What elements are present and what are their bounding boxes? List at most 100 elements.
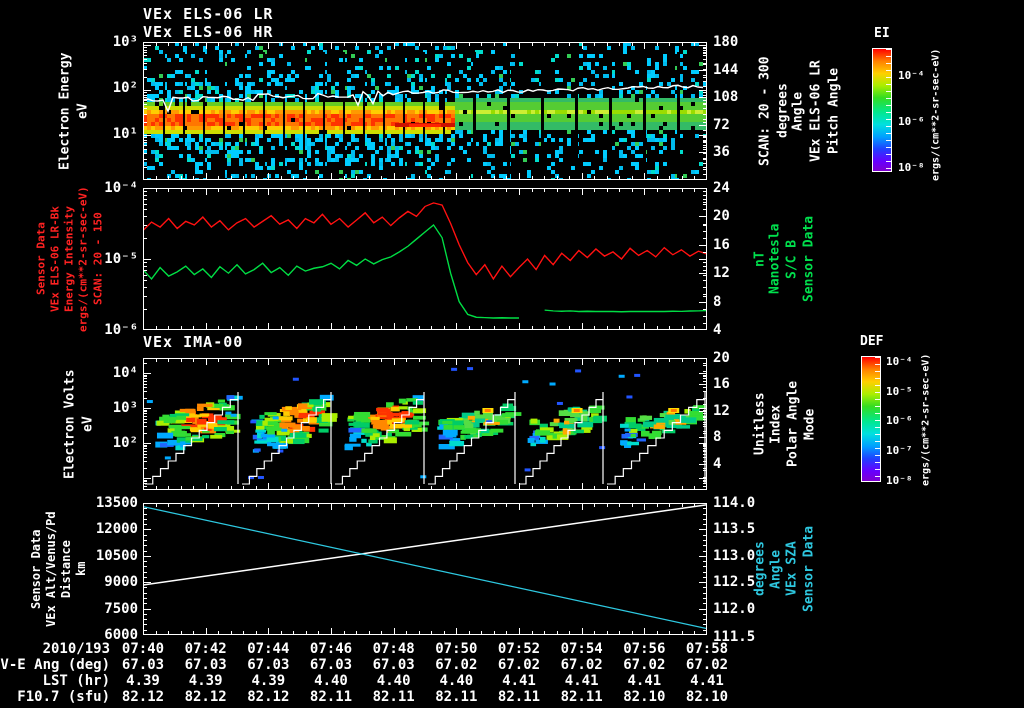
table-cell-r3c8: 82.10 <box>623 689 666 705</box>
panel4-ytick-1: 12000 <box>95 521 138 538</box>
panel4-right-label-3: Sensor Data <box>801 525 817 613</box>
panel4-rtick-2: 113.0 <box>713 547 756 564</box>
panel2-rtick-2: 16 <box>713 236 730 253</box>
panel4-right-label-2: VEx SZA <box>784 541 800 597</box>
intensity-bfield-canvas <box>143 188 707 330</box>
panel4-rtick-4: 112.0 <box>713 600 756 617</box>
ei-colorbar <box>872 48 892 172</box>
table-cell-r0c1: 07:42 <box>184 641 227 657</box>
table-row-header-1: V-E Ang (deg) <box>0 657 110 673</box>
els-spectrogram-canvas <box>143 42 707 180</box>
table-cell-r1c9: 67.02 <box>685 657 729 673</box>
table-cell-r1c6: 67.02 <box>497 657 541 673</box>
panel2-ytick-2: 10⁻⁶ <box>104 322 138 338</box>
panel4-rtick-3: 112.5 <box>713 574 756 591</box>
panel2-right-label-3: Sensor Data <box>801 215 817 303</box>
panel1-rtick-2: 108 <box>713 89 739 106</box>
table-cell-r1c8: 67.02 <box>623 657 666 673</box>
panel4-rtick-0: 114.0 <box>713 495 756 511</box>
def-cbar-tick-1: 10⁻⁵ <box>886 384 913 398</box>
ei-cbar-tick-2: 10⁻⁸ <box>898 161 925 174</box>
table-cell-r3c7: 82.11 <box>560 689 603 705</box>
def-colorbar-ticks <box>875 357 880 481</box>
panel1-right-label-3: VEx ELS-06 LR <box>808 60 824 162</box>
table-cell-r3c2: 82.12 <box>247 689 290 705</box>
table-cell-r0c7: 07:54 <box>560 641 603 657</box>
def-colorbar <box>861 356 881 482</box>
panel1-right-label-1: degrees <box>775 83 791 139</box>
panel1-rtick-0: 180 <box>713 34 739 50</box>
table-cell-r3c6: 82.11 <box>497 689 541 705</box>
panel1-title-els-hr: VEx ELS-06 HR <box>143 23 274 41</box>
panel1-ytick-1: 10² <box>112 80 138 96</box>
panel4-right-label-1: Angle <box>768 549 784 589</box>
panel2-ytick-1: 10⁻⁵ <box>104 251 138 267</box>
panel2-rtick-1: 20 <box>713 208 730 225</box>
panel3-rtick-1: 16 <box>713 376 730 393</box>
ima-spectrogram-canvas <box>143 358 707 490</box>
panel1-right-label-2: Angle <box>790 91 806 131</box>
ei-cbar-tick-1: 10⁻⁶ <box>898 115 925 128</box>
def-cbar-tick-0: 10⁻⁴ <box>886 355 913 368</box>
panel2-rtick-0: 24 <box>713 180 730 196</box>
panel3-ytick-2: 10² <box>112 435 138 451</box>
table-cell-r3c0: 82.12 <box>121 689 165 705</box>
panel3-ytick-0: 10⁴ <box>112 365 138 381</box>
table-cell-r2c0: 4.39 <box>126 673 160 689</box>
table-cell-r0c9: 07:58 <box>685 641 729 657</box>
panel4-ytick-4: 7500 <box>104 600 138 617</box>
panel1-title-els-lr: VEx ELS-06 LR <box>143 5 274 23</box>
table-cell-r1c7: 67.02 <box>560 657 603 673</box>
panel4-left-label-0: Sensor Data <box>29 529 43 609</box>
panel3-left-label-0: Electron Volts <box>62 369 78 479</box>
table-cell-r1c3: 67.03 <box>309 657 353 673</box>
panel2-rtick-3: 12 <box>713 265 730 282</box>
panel1-rtick-3: 72 <box>713 116 730 133</box>
table-cell-r1c5: 67.02 <box>435 657 478 673</box>
table-cell-r0c3: 07:46 <box>309 641 353 657</box>
panel3-rtick-2: 12 <box>713 402 730 419</box>
table-cell-r0c2: 07:44 <box>247 641 290 657</box>
panel4-ytick-0: 13500 <box>95 495 138 511</box>
table-row-header-3: F10.7 (sfu) <box>17 689 110 705</box>
panel4-left-label-1: VEx Alt/Venus/Pd <box>44 511 58 627</box>
table-row-header-2: LST (hr) <box>42 673 110 689</box>
panel3-title-ima: VEx IMA-00 <box>143 333 244 351</box>
panel3-ytick-1: 10³ <box>112 400 138 416</box>
panel2-right-label-2: S/C B <box>784 239 800 279</box>
panel3-rtick-4: 4 <box>713 455 722 472</box>
panel1-rtick-4: 36 <box>713 144 730 161</box>
table-cell-r3c5: 82.11 <box>435 689 478 705</box>
table-cell-r1c4: 67.03 <box>372 657 415 673</box>
table-cell-r2c9: 4.41 <box>690 673 724 689</box>
table-cell-r3c3: 82.11 <box>309 689 353 705</box>
table-cell-r3c4: 82.11 <box>372 689 415 705</box>
panel3-right-label-3: Mode <box>802 408 818 440</box>
ei-colorbar-ticks <box>886 49 891 171</box>
def-cbar-tick-2: 10⁻⁶ <box>886 414 913 428</box>
panel3-right-label-1: Index <box>768 404 784 444</box>
panel1-right-label-4: Pitch Angle <box>826 67 842 155</box>
panel1-left-label-1: eV <box>75 103 91 119</box>
table-cell-r2c7: 4.41 <box>564 673 599 689</box>
vex-quicklook-plot: VEx ELS-06 LR VEx ELS-06 HR VEx IMA-00 E… <box>0 0 1024 708</box>
table-cell-r2c4: 4.40 <box>376 673 411 689</box>
panel3-rtick-3: 8 <box>713 429 722 446</box>
panel3-rtick-0: 20 <box>713 350 730 366</box>
table-cell-r3c1: 82.12 <box>184 689 227 705</box>
table-cell-r3c9: 82.10 <box>685 689 729 705</box>
table-cell-r0c6: 07:52 <box>497 641 541 657</box>
altitude-sza-canvas <box>143 503 707 635</box>
def-cbar-tick-3: 10⁻⁷ <box>886 444 913 457</box>
panel1-rtick-1: 144 <box>713 61 739 78</box>
panel2-ytick-0: 10⁻⁴ <box>104 180 138 196</box>
table-cell-r2c1: 4.39 <box>188 673 223 689</box>
table-cell-r2c3: 4.40 <box>314 673 348 689</box>
def-cbar-tick-4: 10⁻⁸ <box>886 473 913 487</box>
panel2-rtick-5: 4 <box>713 322 722 338</box>
panel4-ytick-2: 10500 <box>95 547 138 564</box>
table-cell-r1c2: 67.03 <box>247 657 290 673</box>
table-cell-r0c8: 07:56 <box>623 641 666 657</box>
panel1-ytick-2: 10¹ <box>112 126 138 142</box>
table-cell-r2c8: 4.41 <box>627 673 662 689</box>
